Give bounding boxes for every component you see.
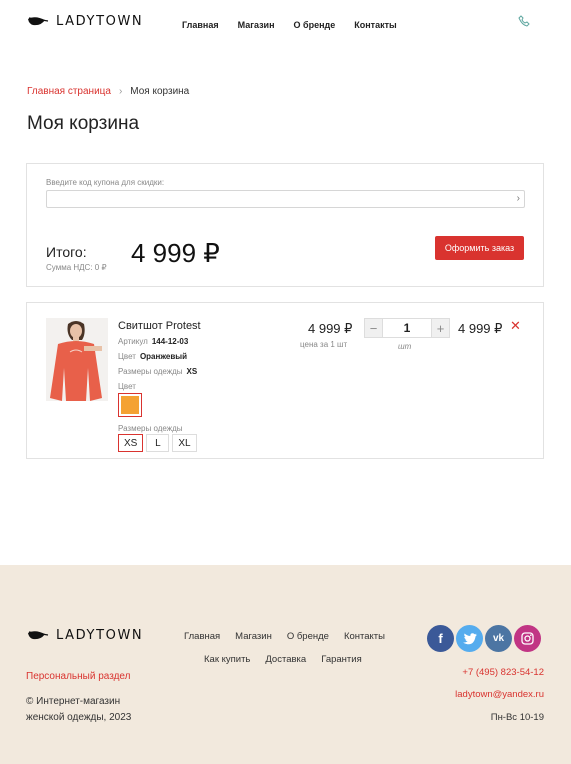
footer-nav-contacts[interactable]: Контакты [344,631,385,642]
footer-logo[interactable]: LADYTOWN [27,628,143,643]
size-option-xs[interactable]: XS [118,434,144,452]
site-footer: LADYTOWN Главная Магазин О бренде Контак… [0,565,571,764]
footer-email-link[interactable]: ladytown@yandex.ru [455,689,544,700]
cart-item: Свитшот Protest Артикул 144-12-03 Цвет Ора… [26,302,544,459]
logo[interactable]: LADYTOWN [27,14,143,29]
facebook-icon[interactable]: f [427,625,454,652]
instagram-glyph-icon [521,632,534,645]
breadcrumb-current: Моя корзина [130,86,190,97]
color-swatch-orange[interactable] [118,393,142,417]
line-total: 4 999 ₽ [458,321,503,336]
unit-price-caption: цена за 1 шт [300,340,348,349]
coupon-input[interactable]: › [46,190,525,208]
footer-hours: Пн-Вс 10-19 [490,712,544,723]
quantity-decrease-button[interactable]: − [364,318,383,338]
logo-eye-icon [28,16,49,25]
footer-nav-home[interactable]: Главная [184,631,220,642]
twitter-bird-icon [462,632,477,644]
size-option-xl[interactable]: XL [172,434,197,452]
nav-about[interactable]: О бренде [294,20,336,30]
size-option-l[interactable]: L [146,434,170,452]
site-header: LADYTOWN Главная Магазин О бренде Контак… [0,0,571,50]
checkout-button[interactable]: Оформить заказ [435,236,524,260]
product-sku: Артикул 144-12-03 [118,337,188,346]
product-name[interactable]: Свитшот Protest [118,320,201,332]
total-value: 4 999 ₽ [131,238,220,268]
footer-nav-warranty[interactable]: Гарантия [321,654,362,665]
size-picker-title: Размеры одежды [118,424,183,433]
nav-contacts[interactable]: Контакты [354,20,396,30]
footer-nav-delivery[interactable]: Доставка [265,654,306,665]
nav-home[interactable]: Главная [182,20,219,30]
size-value: XS [186,367,198,376]
vat-label: Сумма НДС: 0 ₽ [46,263,107,272]
quantity-increase-button[interactable]: + [431,318,450,338]
quantity-caption: шт [398,342,412,351]
nav-shop[interactable]: Магазин [238,20,275,30]
footer-nav-about[interactable]: О бренде [287,631,329,642]
footer-nav-how-to-buy[interactable]: Как купить [204,654,250,665]
footer-logo-text: LADYTOWN [56,628,144,643]
product-image[interactable] [46,318,108,401]
color-swatch-fill [121,396,139,414]
coupon-label: Введите код купона для скидки: [46,178,165,187]
total-label: Итого: [46,244,87,260]
page-title: Моя корзина [27,113,140,134]
logo-text: LADYTOWN [56,14,144,29]
breadcrumb-separator: › [118,86,123,97]
product-color: Цвет Оранжевый [118,352,187,361]
footer-logo-eye-icon [28,630,49,639]
footer-nav-primary: Главная Магазин О бренде Контакты [184,631,400,642]
size-picker: XS L XL [118,434,197,452]
coupon-apply-arrow-icon[interactable]: › [517,194,520,204]
phone-icon[interactable] [518,15,530,27]
instagram-icon[interactable] [514,625,541,652]
color-label: Цвет [118,352,136,361]
breadcrumb-home-link[interactable]: Главная страница [27,86,111,97]
unit-price: 4 999 ₽ [308,321,353,336]
footer-nav-shop[interactable]: Магазин [235,631,272,642]
main-nav: Главная Магазин О бренде Контакты [182,20,416,30]
quantity-stepper: − 1 + [364,318,450,338]
footer-phone-link[interactable]: +7 (495) 823-54-12 [462,667,544,678]
remove-item-icon[interactable]: ✕ [510,318,521,334]
color-picker-title: Цвет [118,382,136,391]
cart-summary: Введите код купона для скидки: › Итого: … [26,163,544,287]
copyright-line-2: женской одежды, 2023 [26,712,132,723]
personal-area-link[interactable]: Персональный раздел [26,671,130,682]
social-links: f vk [427,625,541,652]
product-size: Размеры одежды XS [118,367,197,376]
sku-value: 144-12-03 [151,337,189,346]
vk-icon[interactable]: vk [485,625,512,652]
copyright-line-1: © Интернет-магазин [26,696,121,707]
sku-label: Артикул [118,337,148,346]
footer-nav-secondary: Как купить Доставка Гарантия [204,654,377,665]
copyright: © Интернет-магазин женской одежды, 2023 [26,694,131,726]
size-label: Размеры одежды [118,367,183,376]
breadcrumb: Главная страница › Моя корзина [27,86,189,97]
quantity-input[interactable]: 1 [383,318,431,338]
color-value: Оранжевый [139,352,188,361]
twitter-icon[interactable] [456,625,483,652]
product-photo [46,318,108,401]
